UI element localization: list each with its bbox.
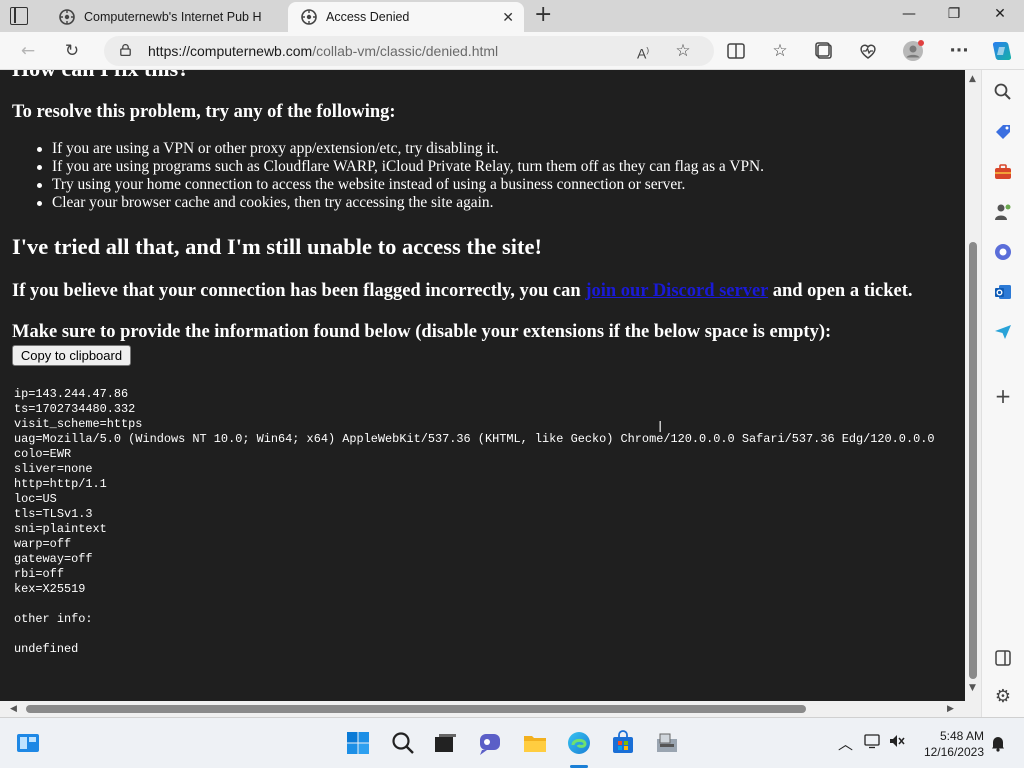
new-tab-icon[interactable]: + xyxy=(534,4,552,26)
favorite-star-icon[interactable]: ☆ xyxy=(672,40,694,62)
system-clock[interactable]: 5:48 AM 12/16/2023 xyxy=(912,728,984,760)
sidebar-toggle-icon[interactable] xyxy=(993,648,1013,668)
outlook-icon[interactable] xyxy=(993,282,1013,302)
store-icon[interactable] xyxy=(610,730,636,756)
settings-icon[interactable]: ⚙ xyxy=(993,687,1013,707)
microsoft-365-icon[interactable] xyxy=(993,242,1013,262)
tab-internet-pub[interactable]: Computernewb's Internet Pub H xyxy=(46,2,286,32)
horizontal-scrollbar[interactable]: ◀ ▶ xyxy=(0,701,965,717)
restore-icon[interactable]: ❐ xyxy=(944,6,964,22)
tab-actions-icon[interactable] xyxy=(10,7,28,25)
profile-icon[interactable] xyxy=(902,40,924,62)
flag-text-before: If you believe that your connection has … xyxy=(12,281,586,301)
taskbar-search-icon[interactable] xyxy=(390,730,416,756)
taskbar: ︿ 5:48 AM 12/16/2023 xyxy=(0,717,1024,768)
resolve-heading: To resolve this problem, try any of the … xyxy=(12,102,396,122)
url-host: https://computernewb.com xyxy=(148,43,313,59)
edge-icon[interactable] xyxy=(566,730,592,756)
volume-icon[interactable] xyxy=(888,733,906,749)
horizontal-scroll-thumb[interactable] xyxy=(26,705,806,713)
search-icon[interactable] xyxy=(993,82,1013,102)
page-content: How can I fix this? To resolve this prob… xyxy=(4,70,965,701)
drop-icon[interactable] xyxy=(993,322,1013,342)
scroll-corner xyxy=(965,701,981,717)
browser-essentials-icon[interactable] xyxy=(857,40,879,62)
tab-access-denied[interactable]: Access Denied ✕ xyxy=(288,2,524,32)
widgets-icon[interactable] xyxy=(15,730,41,756)
lock-icon[interactable] xyxy=(120,44,131,56)
shopping-icon[interactable] xyxy=(993,122,1013,142)
more-icon[interactable]: ··· xyxy=(948,40,970,62)
scroll-left-icon[interactable]: ◀ xyxy=(10,704,17,714)
scroll-right-icon[interactable]: ▶ xyxy=(947,704,954,714)
favorites-icon[interactable]: ☆ xyxy=(769,40,791,62)
list-item: Try using your home connection to access… xyxy=(34,176,764,194)
list-item: If you are using a VPN or other proxy ap… xyxy=(34,140,764,158)
trace-info-block[interactable]: ip=143.244.47.86 ts=1702734480.332 visit… xyxy=(14,387,935,657)
scroll-up-icon[interactable]: ▲ xyxy=(969,74,976,84)
navigation-bar: ← ↻ https://computernewb.com/collab-vm/c… xyxy=(0,32,1024,70)
tab-title: Access Denied xyxy=(326,10,410,24)
tools-icon[interactable] xyxy=(993,162,1013,182)
copy-to-clipboard-button[interactable]: Copy to clipboard xyxy=(12,345,131,366)
resolve-list: If you are using a VPN or other proxy ap… xyxy=(34,140,764,212)
list-item: If you are using programs such as Cloudf… xyxy=(34,158,764,176)
discord-link[interactable]: join our Discord server xyxy=(585,281,768,301)
close-window-icon[interactable]: ✕ xyxy=(990,6,1010,22)
scroll-down-icon[interactable]: ▼ xyxy=(969,683,976,693)
refresh-icon[interactable]: ↻ xyxy=(61,40,83,62)
url-path: /collab-vm/classic/denied.html xyxy=(312,43,499,59)
games-icon[interactable] xyxy=(993,202,1013,222)
collections-icon[interactable] xyxy=(813,40,835,62)
flag-paragraph: If you believe that your connection has … xyxy=(12,281,913,302)
chevron-up-icon[interactable]: ︿ xyxy=(838,733,853,754)
tried-heading: I've tried all that, and I'm still unabl… xyxy=(12,234,542,259)
chat-icon[interactable] xyxy=(477,730,503,756)
start-icon[interactable] xyxy=(345,730,371,756)
back-icon[interactable]: ← xyxy=(17,40,39,62)
copilot-icon[interactable] xyxy=(990,39,1014,63)
notification-icon[interactable] xyxy=(989,734,1007,752)
file-explorer-icon[interactable] xyxy=(522,730,548,756)
flag-text-after: and open a ticket. xyxy=(768,281,913,301)
network-icon[interactable] xyxy=(864,733,882,749)
close-tab-icon[interactable]: ✕ xyxy=(502,9,514,26)
clock-date: 12/16/2023 xyxy=(923,745,984,759)
address-bar[interactable]: https://computernewb.com/collab-vm/class… xyxy=(104,36,714,66)
minimize-icon[interactable]: — xyxy=(899,6,919,22)
add-icon[interactable]: + xyxy=(993,386,1013,406)
text-cursor-icon: I xyxy=(658,418,663,436)
read-aloud-icon[interactable]: A) xyxy=(632,40,654,62)
tab-title: Computernewb's Internet Pub H xyxy=(84,10,262,24)
fix-heading: How can I fix this? xyxy=(12,70,189,82)
vertical-scroll-thumb[interactable] xyxy=(969,242,977,679)
clock-time: 5:48 AM xyxy=(939,729,984,743)
vertical-scrollbar[interactable]: ▲ ▼ xyxy=(965,70,981,701)
tab-bar: Computernewb's Internet Pub H Access Den… xyxy=(0,0,1024,32)
list-item: Clear your browser cache and cookies, th… xyxy=(34,194,764,212)
url-text[interactable]: https://computernewb.com/collab-vm/class… xyxy=(148,43,498,59)
split-screen-icon[interactable] xyxy=(725,40,747,62)
app-icon[interactable] xyxy=(654,730,680,756)
info-heading: Make sure to provide the information fou… xyxy=(12,322,832,342)
site-favicon-icon xyxy=(301,9,317,25)
site-favicon-icon xyxy=(59,9,75,25)
task-view-icon[interactable] xyxy=(432,730,458,756)
edge-sidebar: + ⚙ xyxy=(981,70,1024,717)
